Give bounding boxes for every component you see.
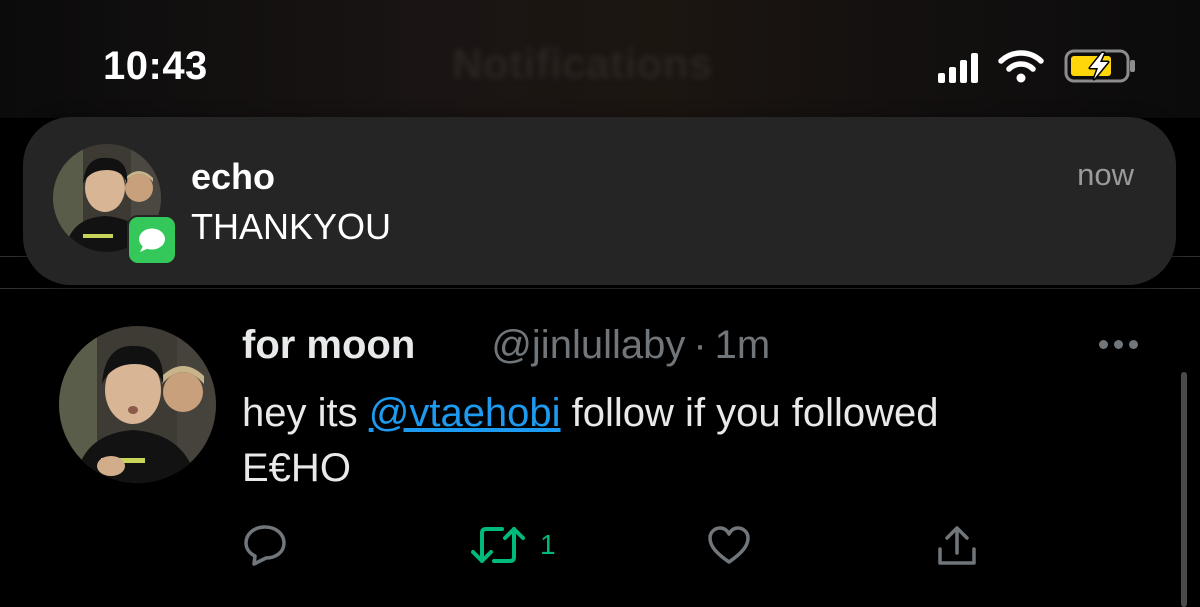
heart-icon	[708, 526, 750, 564]
messages-icon	[127, 215, 177, 265]
message-notification-banner[interactable]: echo THANKYOU now	[23, 117, 1176, 285]
tweet-mention-link[interactable]: @vtaehobi	[369, 391, 561, 435]
crescent-moon-icon	[280, 158, 308, 186]
scrollbar[interactable]	[1181, 372, 1187, 607]
like-button[interactable]	[706, 523, 752, 567]
tweet-header: for moon @jinlullaby · 1m	[242, 322, 770, 368]
share-icon	[938, 526, 976, 565]
tweet-author-avatar[interactable]	[59, 326, 216, 483]
tweet-timestamp[interactable]: 1m	[715, 323, 771, 368]
tweet-text: hey its @vtaehobi follow if you followed…	[242, 386, 1122, 496]
notification-sender: echo	[191, 155, 315, 198]
retweet-button[interactable]: 1	[470, 523, 556, 567]
tweet-handle[interactable]: @jinlullaby	[491, 323, 685, 368]
notification-message: THANKYOU	[191, 206, 392, 247]
retweet-icon	[471, 527, 525, 563]
status-time: 10:43	[103, 44, 208, 88]
tweet-separator: ·	[693, 322, 707, 367]
retweet-count: 1	[540, 529, 556, 560]
share-button[interactable]	[934, 523, 980, 569]
battery-charging-icon	[1064, 49, 1135, 83]
tweet-action-bar: 1	[242, 523, 1002, 573]
notification-time: now	[1077, 157, 1134, 192]
tweet-display-name[interactable]: for moon	[242, 323, 415, 368]
notification-sender-name: echo	[191, 156, 276, 197]
phone-screen: Notifications 10:43 echo THANKYOU now fo…	[0, 0, 1200, 607]
crescent-moon-icon	[435, 326, 468, 359]
divider	[0, 288, 1200, 289]
reply-button[interactable]	[242, 523, 288, 567]
tweet-text-end: follow if you followed	[560, 391, 939, 435]
wifi-icon	[998, 50, 1044, 83]
status-icons	[938, 48, 1138, 84]
tweet-text-start: hey its	[242, 391, 369, 435]
more-options-icon[interactable]	[1099, 340, 1138, 349]
tweet-text-line2: E€HO	[242, 446, 351, 490]
cellular-signal-icon	[938, 49, 978, 83]
page-title: Notifications	[452, 40, 713, 87]
reply-icon	[244, 525, 286, 566]
